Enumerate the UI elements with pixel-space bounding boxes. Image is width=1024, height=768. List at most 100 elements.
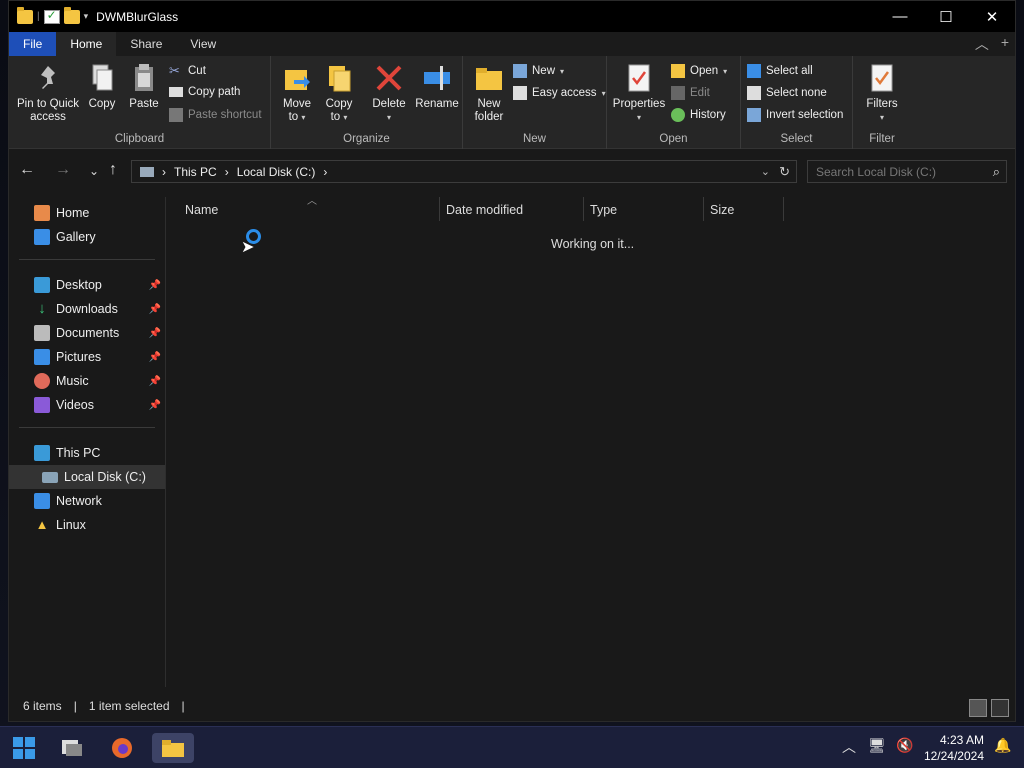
- recent-locations-icon[interactable]: ⌄: [89, 164, 99, 178]
- pane-splitter[interactable]: [165, 197, 166, 687]
- column-type[interactable]: Type: [590, 203, 617, 217]
- date: 12/24/2024: [923, 749, 984, 763]
- edit-button[interactable]: Edit: [671, 86, 710, 100]
- volume-icon[interactable]: 🔇: [896, 737, 913, 754]
- history-button[interactable]: History: [671, 108, 726, 122]
- sidebar-item-desktop[interactable]: Desktop 📌: [9, 273, 165, 297]
- column-separator[interactable]: [783, 197, 784, 221]
- pin-icon[interactable]: 📌: [149, 304, 161, 315]
- easy-access-icon: [513, 86, 527, 100]
- task-view-button[interactable]: [56, 733, 88, 763]
- add-tab-icon[interactable]: +: [1001, 34, 1009, 54]
- tab-file[interactable]: File: [9, 32, 57, 56]
- paste-shortcut-button[interactable]: Paste shortcut: [169, 108, 262, 122]
- firefox-taskbar-button[interactable]: [106, 733, 138, 763]
- sidebar-item-documents[interactable]: Documents 📌: [9, 321, 165, 345]
- delete-icon: [374, 62, 404, 94]
- file-explorer-icon: [162, 740, 184, 757]
- pin-to-quick-access-button[interactable]: Pin to Quick access: [13, 62, 83, 124]
- filters-button[interactable]: Filters ▾: [863, 62, 901, 124]
- copy-button[interactable]: Copy: [87, 62, 117, 111]
- select-all-button[interactable]: Select all: [747, 64, 813, 78]
- new-item-button[interactable]: New ▾: [513, 64, 564, 78]
- column-date-modified[interactable]: Date modified: [446, 203, 523, 217]
- minimize-button[interactable]: —: [877, 1, 923, 32]
- new-group: New folder New ▾ Easy access ▾ New: [463, 56, 607, 149]
- pin-icon[interactable]: 📌: [149, 400, 161, 411]
- pin-icon[interactable]: 📌: [149, 280, 161, 291]
- tab-view[interactable]: View: [176, 32, 230, 56]
- sidebar-item-linux[interactable]: ▲ Linux: [9, 513, 165, 537]
- close-button[interactable]: ✕: [969, 1, 1015, 32]
- show-hidden-icons-icon[interactable]: ︿: [842, 737, 856, 757]
- column-separator[interactable]: [439, 197, 440, 221]
- tab-share[interactable]: Share: [116, 32, 176, 56]
- sidebar-item-music[interactable]: Music 📌: [9, 369, 165, 393]
- sidebar-item-videos[interactable]: Videos 📌: [9, 393, 165, 417]
- new-folder-icon[interactable]: [63, 6, 80, 24]
- filter-label: Filter: [869, 133, 895, 145]
- sidebar-item-home[interactable]: Home: [9, 201, 165, 225]
- drive-icon: [42, 471, 58, 483]
- clock[interactable]: 4:23 AM 12/24/2024: [924, 732, 984, 764]
- large-icons-view-icon[interactable]: [991, 699, 1009, 717]
- column-size[interactable]: Size: [710, 203, 734, 217]
- start-button[interactable]: [8, 733, 40, 763]
- forward-arrow-icon[interactable]: →: [55, 161, 71, 179]
- sidebar-item-this-pc[interactable]: This PC: [9, 441, 165, 465]
- divider: [19, 427, 155, 428]
- collapse-ribbon-icon[interactable]: ︿: [975, 34, 989, 54]
- up-arrow-icon[interactable]: ↑: [109, 161, 117, 179]
- sidebar-item-network[interactable]: Network: [9, 489, 165, 513]
- back-arrow-icon[interactable]: ←: [19, 161, 35, 179]
- rename-button[interactable]: Rename: [415, 62, 459, 111]
- mouse-cursor-icon: ➤: [241, 239, 255, 256]
- invert-selection-button[interactable]: Invert selection: [747, 108, 843, 122]
- breadcrumb-this-pc[interactable]: This PC: [174, 165, 217, 179]
- chevron-right-icon: ›: [224, 164, 229, 179]
- pin-icon[interactable]: 📌: [149, 352, 161, 363]
- new-label: New: [522, 133, 546, 145]
- column-separator[interactable]: [703, 197, 704, 221]
- pin-icon[interactable]: 📌: [149, 328, 161, 339]
- properties-button[interactable]: Properties ▾: [611, 62, 667, 124]
- select-none-button[interactable]: Select none: [747, 86, 827, 100]
- new-folder-button[interactable]: New folder: [469, 62, 509, 124]
- selected-count: 1 item selected: [88, 699, 170, 713]
- maximize-button[interactable]: ☐: [923, 1, 969, 32]
- tab-home[interactable]: Home: [56, 32, 117, 56]
- history-icon: [671, 108, 685, 122]
- sidebar-item-local-disk[interactable]: Local Disk (C:): [9, 465, 165, 489]
- column-separator[interactable]: [583, 197, 584, 221]
- column-name[interactable]: Name: [185, 203, 218, 217]
- pin-icon[interactable]: 📌: [149, 376, 161, 387]
- linux-icon: ▲: [35, 517, 49, 532]
- cut-button[interactable]: ✂ Cut: [169, 64, 206, 78]
- search-icon[interactable]: ⌕: [993, 164, 1000, 180]
- easy-access-button[interactable]: Easy access ▾: [513, 86, 606, 100]
- network-status-icon[interactable]: 🖥: [868, 737, 886, 754]
- sidebar-item-downloads[interactable]: ↓ Downloads 📌: [9, 297, 165, 321]
- notifications-icon[interactable]: 🔔: [994, 737, 1011, 754]
- ribbon-tabs: File Home Share View ︿ +: [9, 32, 1015, 56]
- properties-icon[interactable]: [43, 8, 60, 24]
- file-explorer-taskbar-button[interactable]: [152, 733, 194, 763]
- copy-to-icon: [324, 62, 354, 94]
- details-view-icon[interactable]: [969, 699, 987, 717]
- folder-icon[interactable]: [17, 6, 33, 24]
- paste-button[interactable]: Paste: [127, 62, 161, 111]
- chevron-down-icon[interactable]: ⌄: [761, 165, 770, 178]
- sidebar-item-gallery[interactable]: Gallery: [9, 225, 165, 249]
- sidebar-item-pictures[interactable]: Pictures 📌: [9, 345, 165, 369]
- delete-button[interactable]: Delete ▾: [371, 62, 407, 124]
- address-bar[interactable]: › This PC › Local Disk (C:) › ⌄ ↻: [131, 160, 797, 183]
- copy-to-button[interactable]: Copy to ▾: [321, 62, 357, 124]
- open-button[interactable]: Open ▾: [671, 64, 727, 78]
- breadcrumb-local-disk[interactable]: Local Disk (C:): [237, 165, 316, 179]
- move-to-button[interactable]: Move to ▾: [279, 62, 315, 124]
- refresh-icon[interactable]: ↻: [779, 164, 790, 180]
- copy-path-button[interactable]: Copy path: [169, 86, 240, 98]
- invert-selection-icon: [747, 108, 761, 122]
- search-input[interactable]: Search Local Disk (C:) ⌕: [807, 160, 1007, 183]
- customize-toolbar-icon[interactable]: ▾: [84, 11, 89, 22]
